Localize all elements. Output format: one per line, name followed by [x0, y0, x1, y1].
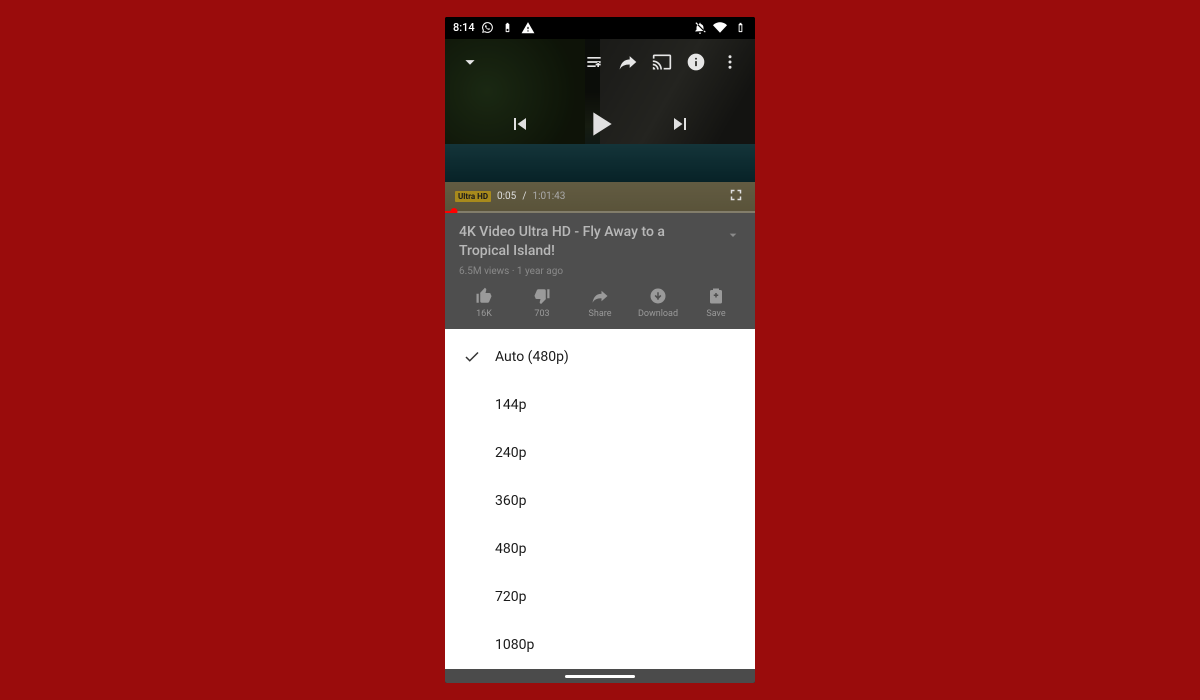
quality-option[interactable]: 720p [445, 573, 755, 621]
share-top-button[interactable] [611, 45, 645, 79]
check-icon [463, 348, 495, 366]
gesture-nav-bar[interactable] [445, 669, 755, 683]
download-button[interactable]: Download [629, 287, 687, 319]
time-sep: / [522, 191, 526, 202]
quality-option[interactable]: 480p [445, 525, 755, 573]
wifi-icon [713, 21, 727, 35]
time-elapsed: 0:05 [497, 191, 516, 202]
share-label: Share [589, 309, 612, 319]
dnd-icon [693, 21, 707, 35]
like-button[interactable]: 16K [455, 287, 513, 319]
whatsapp-icon [481, 21, 495, 35]
quality-label: 240p [495, 445, 526, 461]
video-player[interactable]: Ultra HD 0:05 / 1:01:43 [445, 39, 755, 213]
quality-label: 1080p [495, 637, 534, 653]
progress-bar[interactable] [445, 211, 755, 213]
phone-frame: 8:14 [445, 17, 755, 683]
download-label: Download [638, 309, 678, 319]
quality-option[interactable]: 1080p [445, 621, 755, 669]
like-count: 16K [476, 309, 492, 319]
fullscreen-button[interactable] [727, 186, 745, 207]
add-to-queue-button[interactable] [577, 45, 611, 79]
save-button[interactable]: Save [687, 287, 745, 319]
quality-label: 480p [495, 541, 526, 557]
battery-small-icon [501, 21, 515, 35]
video-title[interactable]: 4K Video Ultra HD - Fly Away to a Tropic… [459, 223, 689, 261]
warning-icon [521, 21, 535, 35]
more-options-button[interactable] [713, 45, 747, 79]
quality-label: 144p [495, 397, 526, 413]
next-button[interactable] [668, 112, 692, 140]
quality-option[interactable]: 240p [445, 429, 755, 477]
video-info-panel: 4K Video Ultra HD - Fly Away to a Tropic… [445, 213, 755, 279]
quality-option[interactable]: 360p [445, 477, 755, 525]
previous-button[interactable] [508, 112, 532, 140]
quality-sheet: Auto (480p) 144p 240p 360p 480p 720p 1080p [445, 329, 755, 669]
quality-label: 360p [495, 493, 526, 509]
quality-label: 720p [495, 589, 526, 605]
quality-option[interactable]: Auto (480p) [445, 333, 755, 381]
dislike-button[interactable]: 703 [513, 287, 571, 319]
play-button[interactable] [580, 104, 620, 148]
save-label: Save [706, 309, 725, 319]
quality-option[interactable]: 144p [445, 381, 755, 429]
status-time: 8:14 [453, 21, 475, 34]
video-meta: 6.5M views · 1 year ago [459, 266, 741, 277]
dislike-count: 703 [534, 309, 549, 319]
battery-icon [733, 21, 747, 35]
info-button[interactable] [679, 45, 713, 79]
share-button[interactable]: Share [571, 287, 629, 319]
quality-label: Auto (480p) [495, 349, 569, 365]
nav-handle-icon [565, 675, 635, 678]
ultra-hd-badge: Ultra HD [455, 191, 491, 202]
time-duration: 1:01:43 [532, 191, 565, 202]
expand-description-button[interactable] [725, 227, 741, 247]
cast-button[interactable] [645, 45, 679, 79]
status-bar: 8:14 [445, 17, 755, 39]
action-row: 16K 703 Share Download Save [445, 279, 755, 329]
collapse-button[interactable] [453, 45, 487, 79]
